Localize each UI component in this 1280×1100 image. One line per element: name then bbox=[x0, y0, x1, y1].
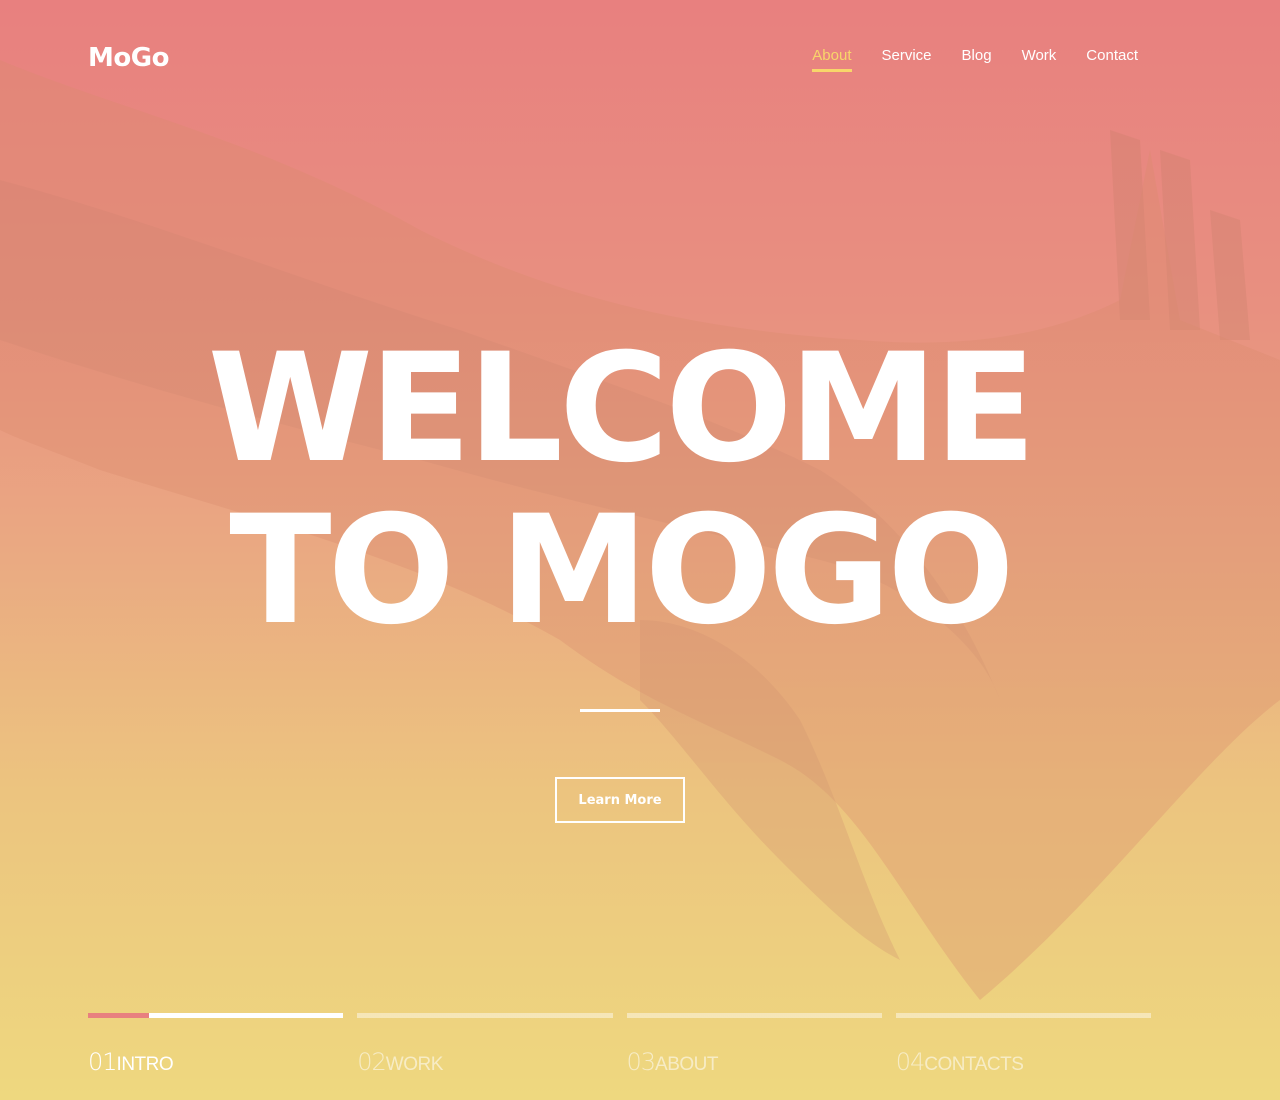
slide-tab-intro[interactable]: 01 Intro bbox=[88, 1013, 344, 1076]
hero-section: MoGo About Service Blog Work Contact WEL… bbox=[0, 0, 1280, 1100]
mogo-logo[interactable]: MoGo bbox=[88, 43, 169, 73]
slide-progress-track bbox=[357, 1013, 613, 1018]
hero-divider bbox=[580, 709, 660, 712]
site-header: MoGo About Service Blog Work Contact bbox=[88, 38, 1150, 78]
learn-more-button[interactable]: Learn More bbox=[555, 777, 685, 823]
slide-tab-contacts[interactable]: 04 Contacts bbox=[895, 1013, 1151, 1076]
slide-label: 04 Contacts bbox=[896, 1048, 1151, 1076]
nav-link-about[interactable]: About bbox=[812, 47, 852, 72]
slide-name: Work bbox=[385, 1054, 444, 1075]
slide-number: 04 bbox=[895, 1048, 926, 1076]
main-nav: About Service Blog Work Contact bbox=[812, 47, 1138, 72]
slide-tab-about[interactable]: 03 About bbox=[626, 1013, 882, 1076]
hero-headline: WELCOME TO MOGO bbox=[0, 328, 1240, 652]
slide-progress-track bbox=[88, 1013, 344, 1018]
slide-progress-fill bbox=[88, 1013, 150, 1018]
nav-link-contact[interactable]: Contact bbox=[1086, 47, 1138, 70]
slide-progress-track bbox=[895, 1013, 1151, 1018]
slide-number: 03 bbox=[626, 1048, 657, 1076]
slide-number: 01 bbox=[88, 1048, 118, 1076]
nav-link-work[interactable]: Work bbox=[1022, 47, 1057, 70]
section-slider: 01 Intro 02 Work 03 About bbox=[88, 1013, 1151, 1076]
slide-number: 02 bbox=[357, 1048, 387, 1076]
nav-link-service[interactable]: Service bbox=[882, 47, 932, 70]
nav-link-blog[interactable]: Blog bbox=[962, 47, 992, 70]
hero-headline-line-2: TO MOGO bbox=[229, 484, 1014, 658]
slide-name: Contacts bbox=[924, 1054, 1024, 1075]
slide-label: 02 Work bbox=[357, 1048, 612, 1076]
slide-tab-work[interactable]: 02 Work bbox=[357, 1013, 613, 1076]
slide-progress-track bbox=[626, 1013, 882, 1018]
slide-name: Intro bbox=[116, 1054, 174, 1075]
slide-label: 01 Intro bbox=[88, 1048, 343, 1076]
hero-headline-line-1: WELCOME bbox=[207, 322, 1037, 496]
slide-label: 03 About bbox=[627, 1048, 882, 1076]
slide-name: About bbox=[655, 1054, 718, 1075]
